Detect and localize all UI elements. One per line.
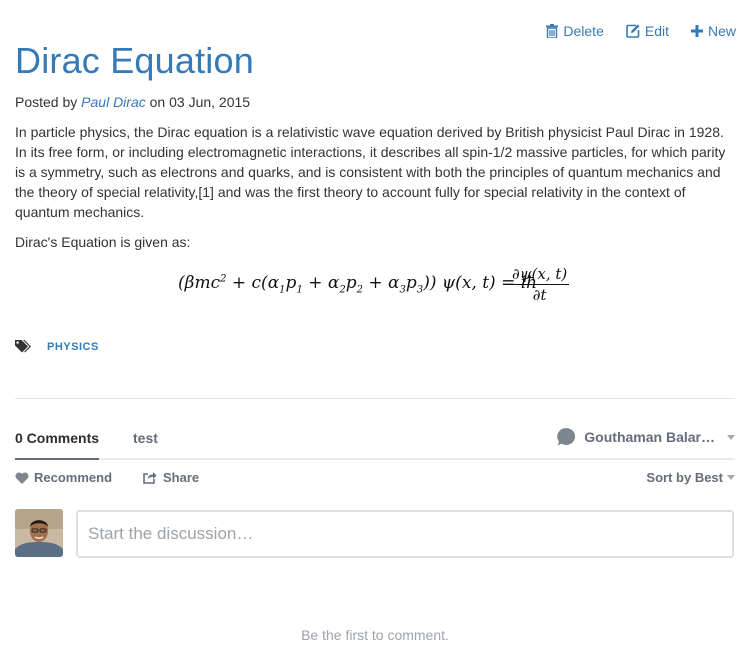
new-button[interactable]: New <box>690 23 736 39</box>
section-divider <box>15 398 735 399</box>
meta-mid: on <box>149 94 166 110</box>
comment-box <box>76 510 734 558</box>
post-meta: Posted by Paul Dirac on 03 Jun, 2015 <box>15 94 250 110</box>
post-paragraph-2: Dirac's Equation is given as: <box>15 234 191 250</box>
sort-label: Sort by Best <box>646 470 723 485</box>
plus-icon <box>690 25 703 37</box>
new-label: New <box>707 23 736 39</box>
chat-bubble-icon <box>557 427 576 446</box>
comments-nav: 0 Comments test Gouthaman Balar… <box>15 422 735 460</box>
tab-comments[interactable]: 0 Comments <box>15 430 100 460</box>
empty-comments-message: Be the first to comment. <box>301 627 449 643</box>
share-button[interactable]: Share <box>143 470 199 485</box>
post-date: 03 Jun, 2015 <box>169 94 251 110</box>
sort-dropdown[interactable]: Sort by Best <box>646 470 735 485</box>
trash-icon <box>546 24 559 38</box>
dirac-equation: (βmc2 + c(α1p1 + α2p2 + α3p3)) ψ(x, t) =… <box>178 265 570 304</box>
edit-button[interactable]: Edit <box>626 23 669 39</box>
delete-button[interactable]: Delete <box>546 23 604 39</box>
author-link[interactable]: Paul Dirac <box>81 94 146 110</box>
chevron-down-icon <box>727 434 735 440</box>
share-icon <box>143 472 157 484</box>
recommend-label: Recommend <box>34 470 113 485</box>
edit-label: Edit <box>644 23 669 39</box>
user-menu[interactable]: Gouthaman Balar… <box>556 427 735 447</box>
post-actions: Delete Edit New <box>546 23 736 39</box>
edit-icon <box>626 24 640 38</box>
tag-physics[interactable]: PHYSICS <box>47 341 99 353</box>
tags-icon <box>15 340 31 353</box>
recommend-button[interactable]: Recommend <box>15 470 112 485</box>
tab-forum[interactable]: test <box>133 430 158 446</box>
heart-icon <box>15 472 29 484</box>
post-paragraph-1: In particle physics, the Dirac equation … <box>15 124 726 220</box>
avatar <box>15 509 63 557</box>
chevron-down-icon <box>727 475 735 480</box>
delete-label: Delete <box>563 23 604 39</box>
comments-toolbar: Recommend Share Sort by Best <box>15 470 735 490</box>
post-title: Dirac Equation <box>15 40 254 81</box>
user-name: Gouthaman Balar… <box>584 429 715 445</box>
meta-prefix: Posted by <box>15 94 78 110</box>
share-label: Share <box>163 470 200 485</box>
post-tags: PHYSICS <box>15 340 99 354</box>
comment-input[interactable] <box>78 512 732 556</box>
